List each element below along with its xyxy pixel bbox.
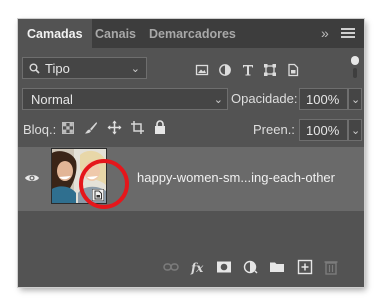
tab-demarcadores[interactable]: Demarcadores (149, 19, 236, 48)
chevron-down-icon: ⌄ (130, 63, 140, 75)
filter-toggle-knob (351, 56, 359, 65)
new-layer-icon[interactable] (297, 259, 313, 275)
link-layers-icon[interactable] (163, 259, 179, 275)
adjustment-layer-icon[interactable] (242, 259, 258, 275)
filter-toggle[interactable] (351, 56, 359, 79)
opacity-dropdown[interactable]: ⌄ (348, 88, 362, 110)
filter-toggle-track (353, 68, 357, 78)
adjustment-filter-icon[interactable] (218, 63, 232, 77)
blend-mode-select[interactable]: Normal ⌄ (22, 88, 228, 110)
svg-text:fx: fx (190, 261, 204, 275)
trash-icon[interactable] (323, 259, 339, 275)
blend-mode-value: Normal (31, 92, 73, 107)
layer-row[interactable]: happy-women-sm...ing-each-other (18, 147, 364, 211)
visibility-eye-icon[interactable] (24, 170, 40, 186)
lock-pixels-brush-icon[interactable] (84, 121, 98, 135)
chevron-down-icon: ⌄ (351, 94, 361, 106)
add-mask-icon[interactable] (216, 259, 232, 275)
lock-artboard-icon[interactable] (130, 120, 145, 135)
tab-bar: Camadas Canais Demarcadores » (18, 19, 364, 48)
fx-icon[interactable]: fx (190, 259, 206, 275)
opacity-label: Opacidade: (231, 91, 298, 106)
lock-label: Bloq.: (23, 122, 57, 137)
highlight-circle (79, 159, 129, 209)
smart-object-filter-icon[interactable] (286, 63, 300, 77)
chevron-down-icon: ⌄ (213, 94, 223, 106)
panel-menu-icon[interactable] (341, 28, 355, 40)
fill-input[interactable]: 100% (299, 119, 348, 141)
image-filter-icon[interactable] (195, 63, 209, 77)
lock-all-icon[interactable] (154, 120, 166, 135)
lock-transparency-icon[interactable] (62, 122, 74, 134)
shape-filter-icon[interactable] (263, 63, 277, 77)
fill-value: 100% (306, 123, 340, 138)
filter-type-label: Tipo (45, 61, 70, 76)
tab-canais[interactable]: Canais (95, 19, 136, 48)
opacity-input[interactable]: 100% (299, 88, 348, 110)
new-group-folder-icon[interactable] (269, 259, 285, 275)
type-filter-icon[interactable] (241, 63, 255, 77)
layer-name[interactable]: happy-women-sm...ing-each-other (137, 170, 335, 185)
fill-dropdown[interactable]: ⌄ (348, 119, 362, 141)
chevron-down-icon: ⌄ (351, 125, 361, 137)
layers-panel: Camadas Canais Demarcadores » Tipo ⌄ Nor… (18, 19, 364, 287)
filter-type-select[interactable]: Tipo ⌄ (22, 57, 147, 79)
search-icon (29, 63, 40, 74)
opacity-value: 100% (306, 92, 340, 107)
fill-label: Preen.: (253, 122, 295, 137)
tab-camadas[interactable]: Camadas (18, 19, 92, 48)
collapse-panels-icon[interactable]: » (321, 19, 329, 48)
lock-position-move-icon[interactable] (107, 120, 122, 135)
